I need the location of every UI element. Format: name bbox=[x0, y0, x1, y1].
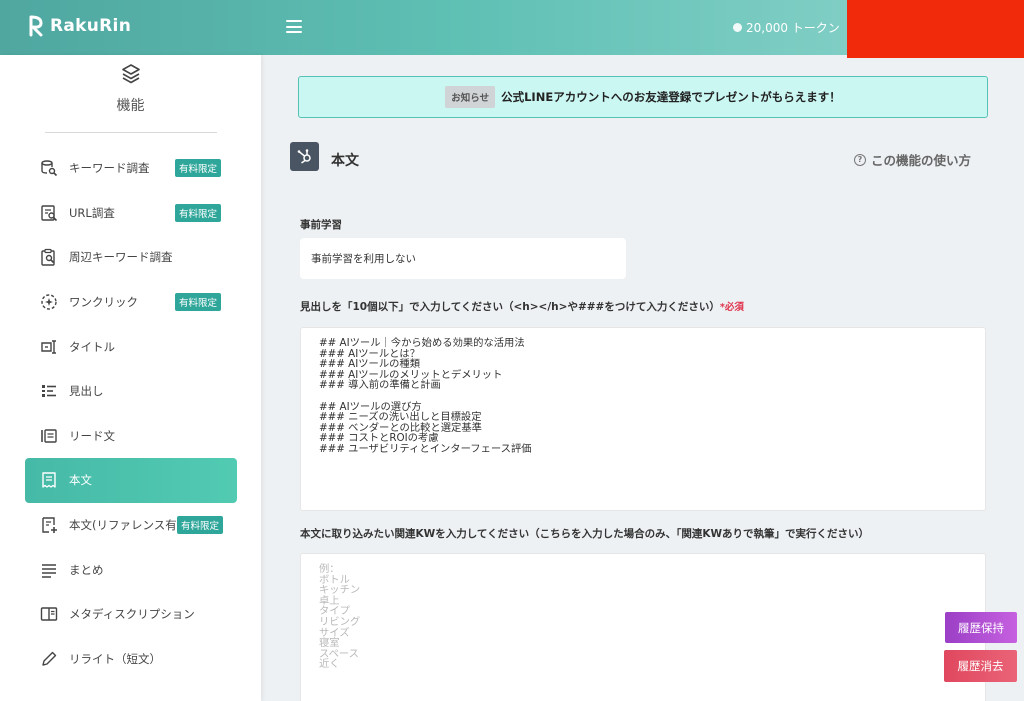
token-count: 20,000 トークン bbox=[746, 21, 840, 35]
sidebar-title: 機能 bbox=[116, 98, 145, 114]
sidebar-item-url-research[interactable]: URL調査 有料限定 bbox=[25, 191, 237, 236]
title-icon bbox=[39, 337, 59, 357]
kw-placeholder-line: サイズ bbox=[319, 626, 350, 639]
paid-only-badge: 有料限定 bbox=[175, 203, 222, 222]
pre-learning-select[interactable]: 事前学習を利用しない bbox=[300, 238, 626, 279]
outline-line: ## AIツール｜今から始める効果的な活用法 bbox=[319, 337, 525, 349]
kw-placeholder-line: キッチン bbox=[319, 584, 361, 597]
notice-text: 公式LINEアカウントへのお友達登録でプレゼントがもらえます！ bbox=[501, 90, 841, 104]
kw-placeholder-line: ボトル bbox=[319, 573, 350, 586]
sidebar: 機能 キーワード調査 有料限定 URL調査 有料限定 周辺キーワード調査 ワンク… bbox=[0, 55, 261, 701]
outline-label: 見出しを「10個以下」で入力してください（<h></h>や###をつけて入力くだ… bbox=[300, 299, 744, 314]
required-mark: *必須 bbox=[719, 302, 744, 313]
lines-icon bbox=[39, 560, 59, 580]
related-kw-label: 本文に取り込みたい関連KWを入力してください（こちらを入力した場合のみ、「関連K… bbox=[300, 528, 870, 540]
keep-history-button[interactable]: 履歴保持 bbox=[945, 612, 1017, 643]
sidebar-item-label: URL調査 bbox=[69, 205, 115, 220]
kw-placeholder-line: 例： bbox=[319, 563, 340, 575]
clipboard-search-icon bbox=[39, 247, 59, 267]
outline-line bbox=[319, 391, 967, 402]
sidebar-item-one-click[interactable]: ワンクリック 有料限定 bbox=[25, 280, 237, 325]
one-click-icon bbox=[39, 292, 59, 312]
sidebar-item-related-keyword[interactable]: 周辺キーワード調査 bbox=[25, 235, 237, 280]
kw-placeholder-line: 卓上 bbox=[319, 594, 340, 607]
sidebar-item-lead-text[interactable]: リード文 bbox=[25, 414, 237, 459]
paid-only-badge: 有料限定 bbox=[177, 516, 224, 535]
sidebar-item-label: 本文 bbox=[69, 473, 92, 488]
sidebar-item-label: キーワード調査 bbox=[69, 161, 150, 176]
headings-icon bbox=[39, 381, 59, 401]
outline-label-text: 見出しを「10個以下」で入力してください（<h></h>や###をつけて入力くだ… bbox=[300, 301, 720, 313]
app-name: RakuRin bbox=[50, 16, 132, 36]
sidebar-item-keyword-research[interactable]: キーワード調査 有料限定 bbox=[25, 146, 237, 191]
announcement-banner[interactable]: お知らせ 公式LINEアカウントへのお友達登録でプレゼントがもらえます！ bbox=[298, 76, 988, 118]
page-title: 本文 bbox=[331, 153, 359, 169]
sidebar-item-headings[interactable]: 見出し bbox=[25, 369, 237, 414]
sidebar-item-label: 本文(リファレンス有) bbox=[69, 518, 182, 533]
user-account-area[interactable] bbox=[847, 0, 1024, 58]
sidebar-item-label: リライト（短文） bbox=[69, 651, 161, 666]
clear-history-button[interactable]: 履歴消去 bbox=[944, 650, 1017, 682]
sidebar-item-body-text[interactable]: 本文 bbox=[25, 458, 237, 503]
hubspot-icon bbox=[290, 142, 319, 171]
how-to-use-label: この機能の使い方 bbox=[871, 153, 972, 168]
outline-textarea[interactable]: ## AIツール｜今から始める効果的な活用法 ### AIツールとは？ ### … bbox=[300, 327, 986, 511]
lead-text-icon bbox=[39, 426, 59, 446]
keyword-search-icon bbox=[39, 158, 59, 178]
sidebar-item-label: ワンクリック bbox=[69, 295, 138, 310]
sidebar-item-label: 周辺キーワード調査 bbox=[69, 250, 173, 265]
sidebar-item-label: リード文 bbox=[69, 428, 115, 443]
layers-icon bbox=[121, 64, 140, 84]
token-icon bbox=[733, 23, 742, 32]
menu-toggle-icon[interactable] bbox=[286, 20, 302, 33]
outline-line: ### ユーザビリティとインターフェース評価 bbox=[319, 442, 532, 455]
sidebar-item-label: タイトル bbox=[69, 339, 115, 354]
kw-placeholder-line: スペース bbox=[319, 647, 359, 660]
sidebar-item-label: 見出し bbox=[69, 384, 104, 399]
related-kw-textarea[interactable]: 例： ボトル キッチン 卓上 タイプ リビング サイズ 寝室 スペース 近く bbox=[300, 553, 986, 701]
sidebar-item-meta-description[interactable]: メタディスクリプション bbox=[25, 592, 237, 637]
notice-tag: お知らせ bbox=[445, 86, 496, 108]
sidebar-item-label: まとめ bbox=[69, 562, 104, 577]
paid-only-badge: 有料限定 bbox=[175, 159, 222, 178]
rakurin-logo-icon bbox=[29, 15, 43, 37]
receipt-icon bbox=[39, 470, 59, 490]
sidebar-item-label: メタディスクリプション bbox=[69, 607, 195, 622]
kw-placeholder-line: 近く bbox=[319, 658, 340, 671]
note-add-icon bbox=[39, 515, 59, 535]
sidebar-item-rewrite-short[interactable]: リライト（短文） bbox=[25, 637, 237, 682]
feature-menu: キーワード調査 有料限定 URL調査 有料限定 周辺キーワード調査 ワンクリック… bbox=[25, 146, 237, 681]
question-icon: ? bbox=[854, 153, 866, 166]
sidebar-header: 機能 bbox=[0, 63, 261, 115]
top-bar: RakuRin 20,000 トークン bbox=[0, 0, 1024, 58]
app-logo[interactable]: RakuRin bbox=[28, 15, 131, 37]
url-search-icon bbox=[39, 203, 59, 223]
sidebar-item-title[interactable]: タイトル bbox=[25, 324, 237, 369]
kw-placeholder-line: タイプ bbox=[319, 605, 350, 618]
kw-placeholder-line: 寝室 bbox=[319, 637, 340, 650]
sidebar-divider bbox=[45, 132, 217, 133]
kw-placeholder-line: リビング bbox=[319, 615, 361, 628]
outline-line: ### 導入前の準備と計画 bbox=[319, 379, 441, 392]
pencil-icon bbox=[39, 649, 59, 669]
token-balance: 20,000 トークン bbox=[733, 19, 840, 36]
book-icon bbox=[39, 604, 59, 624]
sidebar-item-summary[interactable]: まとめ bbox=[25, 547, 237, 592]
how-to-use-link[interactable]: ? この機能の使い方 bbox=[854, 150, 971, 169]
sidebar-item-body-with-reference[interactable]: 本文(リファレンス有) 有料限定 bbox=[25, 503, 237, 548]
main-content: お知らせ 公式LINEアカウントへのお友達登録でプレゼントがもらえます！ 本文 … bbox=[261, 55, 1024, 701]
paid-only-badge: 有料限定 bbox=[175, 293, 222, 312]
pre-learning-label: 事前学習 bbox=[300, 219, 342, 231]
